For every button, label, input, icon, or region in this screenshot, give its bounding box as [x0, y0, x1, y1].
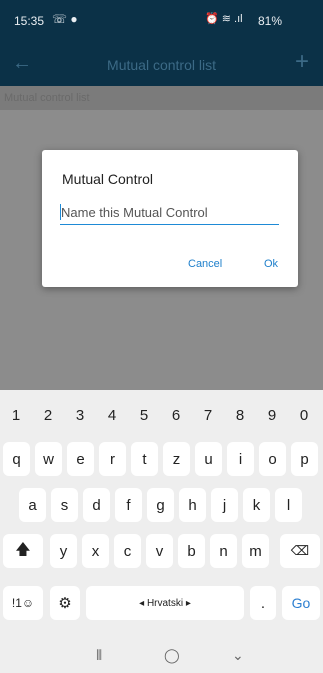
- text-cursor: [60, 204, 61, 220]
- plus-icon[interactable]: +: [295, 48, 309, 76]
- ok-button[interactable]: Ok: [264, 258, 278, 270]
- page-title: Mutual control list: [107, 57, 216, 73]
- key-6[interactable]: 6: [162, 398, 190, 432]
- list-subheader: Mutual control list: [0, 86, 323, 110]
- signal-icons: ⏰ ≋ .ıl: [205, 13, 243, 25]
- key-l[interactable]: l: [275, 488, 302, 522]
- key-r[interactable]: r: [99, 442, 126, 476]
- keyboard: 1 2 3 4 5 6 7 8 9 0 q w e r t z u i o p …: [0, 390, 323, 673]
- key-x[interactable]: x: [82, 534, 109, 568]
- key-p[interactable]: p: [291, 442, 318, 476]
- key-2[interactable]: 2: [34, 398, 62, 432]
- app-bar: ← Mutual control list +: [0, 44, 323, 86]
- key-m[interactable]: m: [242, 534, 269, 568]
- recent-apps-icon[interactable]: ⦀: [96, 647, 102, 664]
- key-g[interactable]: g: [147, 488, 174, 522]
- dialog-title: Mutual Control: [62, 171, 154, 187]
- key-u[interactable]: u: [195, 442, 222, 476]
- system-nav-bar: ⦀ ◯ ⌄: [0, 644, 323, 673]
- cancel-button[interactable]: Cancel: [188, 258, 222, 270]
- home-icon[interactable]: ◯: [164, 647, 180, 664]
- shift-arrow-icon: 🡅: [15, 540, 31, 558]
- notification-icons: ☏ ●: [52, 12, 78, 26]
- settings-key[interactable]: ⚙: [50, 586, 80, 620]
- backspace-key[interactable]: ⌫: [280, 534, 320, 568]
- symbols-key[interactable]: !1☺: [3, 586, 43, 620]
- shift-key[interactable]: 🡅: [3, 534, 43, 568]
- key-9[interactable]: 9: [258, 398, 286, 432]
- name-dialog: Mutual Control Cancel Ok: [42, 150, 298, 287]
- key-i[interactable]: i: [227, 442, 254, 476]
- backspace-icon: ⌫: [290, 543, 310, 558]
- battery-level: 81%: [258, 14, 283, 28]
- period-key[interactable]: .: [250, 586, 276, 620]
- key-t[interactable]: t: [131, 442, 158, 476]
- key-y[interactable]: y: [50, 534, 77, 568]
- key-k[interactable]: k: [243, 488, 270, 522]
- space-key[interactable]: ◂ Hrvatski ▸: [86, 586, 244, 620]
- key-b[interactable]: b: [178, 534, 205, 568]
- status-time: 15:35: [14, 14, 45, 28]
- key-n[interactable]: n: [210, 534, 237, 568]
- key-a[interactable]: a: [19, 488, 46, 522]
- list-subheader-label: Mutual control list: [4, 92, 90, 104]
- key-w[interactable]: w: [35, 442, 62, 476]
- key-s[interactable]: s: [51, 488, 78, 522]
- key-4[interactable]: 4: [98, 398, 126, 432]
- key-1[interactable]: 1: [2, 398, 30, 432]
- chevron-down-icon[interactable]: ⌄: [232, 647, 244, 664]
- key-0[interactable]: 0: [290, 398, 318, 432]
- key-o[interactable]: o: [259, 442, 286, 476]
- status-bar: 15:35 ☏ ● ⏰ ≋ .ıl 81%: [0, 0, 323, 44]
- key-d[interactable]: d: [83, 488, 110, 522]
- key-q[interactable]: q: [3, 442, 30, 476]
- key-3[interactable]: 3: [66, 398, 94, 432]
- key-h[interactable]: h: [179, 488, 206, 522]
- gear-icon: ⚙: [58, 595, 72, 612]
- key-z[interactable]: z: [163, 442, 190, 476]
- name-input[interactable]: [60, 200, 279, 225]
- go-key[interactable]: Go: [282, 586, 320, 620]
- key-j[interactable]: j: [211, 488, 238, 522]
- key-7[interactable]: 7: [194, 398, 222, 432]
- key-5[interactable]: 5: [130, 398, 158, 432]
- key-v[interactable]: v: [146, 534, 173, 568]
- key-c[interactable]: c: [114, 534, 141, 568]
- key-8[interactable]: 8: [226, 398, 254, 432]
- key-f[interactable]: f: [115, 488, 142, 522]
- key-e[interactable]: e: [67, 442, 94, 476]
